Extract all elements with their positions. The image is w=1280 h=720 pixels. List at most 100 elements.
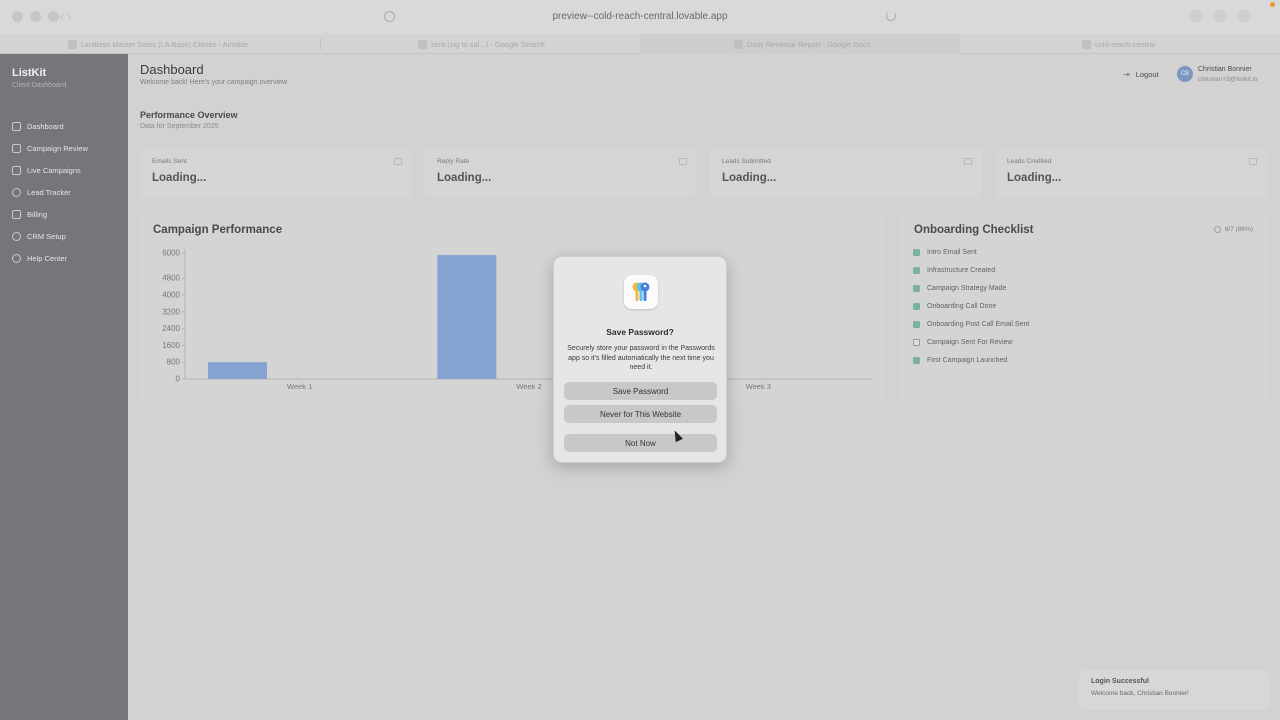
page-title: Dashboard <box>140 62 204 77</box>
checklist-item: Onboarding Post Call Email Sent <box>913 321 1029 328</box>
user-name: Christian Bonnier <box>1198 66 1252 73</box>
sidebar-item-crm-setup[interactable]: CRM Setup <box>12 232 66 241</box>
unchecked-icon <box>913 339 920 346</box>
checklist-item-label: Intro Email Sent <box>927 249 977 256</box>
reload-icon[interactable] <box>886 11 896 21</box>
checklist-item: Intro Email Sent <box>913 249 977 256</box>
brand-logo[interactable]: ListKit <box>12 67 46 79</box>
chart-bar[interactable] <box>208 362 267 379</box>
stat-value: Loading... <box>437 172 492 184</box>
logout-label: Logout <box>1135 70 1159 79</box>
sidebar-item-label: Lead Tracker <box>27 188 71 197</box>
passwords-app-icon <box>624 275 658 309</box>
recording-indicator <box>1270 2 1275 7</box>
login-toast: Login Successful Welcome back, Christian… <box>1079 670 1269 710</box>
panel-title: Onboarding Checklist <box>914 224 1034 236</box>
chart-bar[interactable] <box>437 255 497 379</box>
x-tick-label: Week 3 <box>746 382 771 391</box>
y-tick-label: 800 <box>167 358 181 367</box>
folder-favicon-icon <box>1082 39 1091 49</box>
sidebar-item-label: CRM Setup <box>27 232 66 241</box>
address-bar[interactable]: preview--cold-reach-central.lovable.app <box>0 11 1280 22</box>
never-for-this-website-button[interactable]: Never for This Website <box>564 405 717 423</box>
x-tick-label: Week 2 <box>516 382 541 391</box>
section-subtitle: Data for September 2025 <box>140 123 219 130</box>
y-tick-label: 1600 <box>162 341 180 350</box>
sidebar-item-live-campaigns[interactable]: Live Campaigns <box>12 166 81 175</box>
document-icon <box>12 144 21 153</box>
tab-google-docs[interactable]: Daily Revenue Report - Google Docs <box>640 34 960 54</box>
card-icon <box>12 210 21 219</box>
checked-icon <box>913 303 920 310</box>
campaign-performance-panel: Campaign Performance 0 800 1600 2400 3200 400… <box>140 214 885 402</box>
help-icon <box>12 254 21 263</box>
sidebar-item-help-center[interactable]: Help Center <box>12 254 67 263</box>
y-tick-label: 4000 <box>162 291 180 300</box>
tab-title: sent (sig to sal...) - Google Search <box>431 39 545 49</box>
tab-overview-icon[interactable] <box>1238 10 1250 22</box>
browser-toolbar: ‹ › preview--cold-reach-central.lovable.… <box>0 0 1280 34</box>
sidebar-item-dashboard[interactable]: Dashboard <box>12 122 64 131</box>
logout-button[interactable]: ⇥ Logout <box>1123 70 1159 79</box>
checklist-item: Campaign Sent For Review <box>913 339 1013 346</box>
tab-airtable[interactable]: Limitless Master Sales (LA Base) Clones … <box>68 34 248 54</box>
tab-cold-reach[interactable]: cold-reach-central <box>1082 34 1155 54</box>
save-password-dialog: Save Password? Securely store your passw… <box>553 256 727 463</box>
logout-icon: ⇥ <box>1123 70 1130 79</box>
save-password-button[interactable]: Save Password <box>564 382 717 400</box>
stat-value: Loading... <box>722 172 777 184</box>
checklist-item: First Campaign Launched <box>913 357 1007 364</box>
stat-card-leads-credited: Leads Credited Loading... <box>995 148 1267 198</box>
page-subtitle: Welcome back! Here's your campaign overv… <box>140 79 288 86</box>
tab-bar: Limitless Master Sales (LA Base) Clones … <box>0 34 1280 54</box>
users-icon <box>964 158 972 165</box>
y-tick-label: 4800 <box>162 274 180 283</box>
credit-icon <box>1249 158 1257 165</box>
tab-title: Daily Revenue Report - Google Docs <box>747 39 871 49</box>
share-icon[interactable] <box>1190 10 1202 22</box>
stat-label: Leads Submitted <box>722 158 771 165</box>
sidebar-item-billing[interactable]: Billing <box>12 210 47 219</box>
tab-title: cold-reach-central <box>1095 39 1156 49</box>
tab-title: Limitless Master Sales (LA Base) Clones … <box>81 39 249 49</box>
stat-label: Reply Rate <box>437 158 470 165</box>
brand-subtitle: Client Dashboard <box>12 82 67 89</box>
progress-text: 6/7 (86%) <box>1224 226 1253 233</box>
sidebar-item-lead-tracker[interactable]: Lead Tracker <box>12 188 71 197</box>
tab-google-search[interactable]: sent (sig to sal...) - Google Search <box>418 34 545 54</box>
new-tab-icon[interactable] <box>1214 10 1226 22</box>
sidebar-item-label: Dashboard <box>27 122 64 131</box>
sidebar-item-label: Campaign Review <box>27 144 88 153</box>
clock-icon <box>1213 226 1221 233</box>
checked-icon <box>913 285 920 292</box>
section-title: Performance Overview <box>140 110 238 120</box>
dialog-message: Securely store your password in the Pass… <box>567 345 715 371</box>
stat-card-emails-sent: Emails Sent Loading... <box>140 148 412 198</box>
docs-favicon-icon <box>734 39 743 49</box>
sidebar-item-campaign-review[interactable]: Campaign Review <box>12 144 88 153</box>
onboarding-checklist-panel: Onboarding Checklist 6/7 (86%) Intro Ema… <box>901 214 1267 402</box>
y-tick-label: 2400 <box>162 324 180 333</box>
y-tick-label: 3200 <box>162 307 180 316</box>
x-tick-label: Week 1 <box>287 382 312 391</box>
campaign-performance-chart: 0 800 1600 2400 3200 4000 4800 6000 Week 1 Week 2… <box>162 249 873 391</box>
checked-icon <box>913 357 920 364</box>
y-tick-label: 6000 <box>162 249 180 258</box>
user-email: christian+3@listkit.io <box>1198 76 1258 83</box>
checked-icon <box>913 321 920 328</box>
toast-message: Welcome back, Christian Bonnier! <box>1091 690 1189 697</box>
dialog-title: Save Password? <box>606 327 674 337</box>
y-tick-label: 0 <box>176 375 181 384</box>
avatar[interactable]: CB <box>1177 66 1193 82</box>
stat-card-reply-rate: Reply Rate Loading... <box>425 148 697 198</box>
not-now-button[interactable]: Not Now <box>564 434 717 452</box>
stat-card-leads-submitted: Leads Submitted Loading... <box>710 148 982 198</box>
checklist-item-label: Onboarding Call Done <box>927 303 997 310</box>
checklist-item-label: First Campaign Launched <box>927 357 1008 364</box>
settings-icon <box>12 232 21 241</box>
stat-label: Leads Credited <box>1007 158 1052 165</box>
toast-title: Login Successful <box>1091 678 1149 685</box>
airtable-favicon-icon <box>68 39 77 49</box>
browser-tools <box>1190 10 1250 22</box>
checklist-item-label: Onboarding Post Call Email Sent <box>927 321 1030 328</box>
